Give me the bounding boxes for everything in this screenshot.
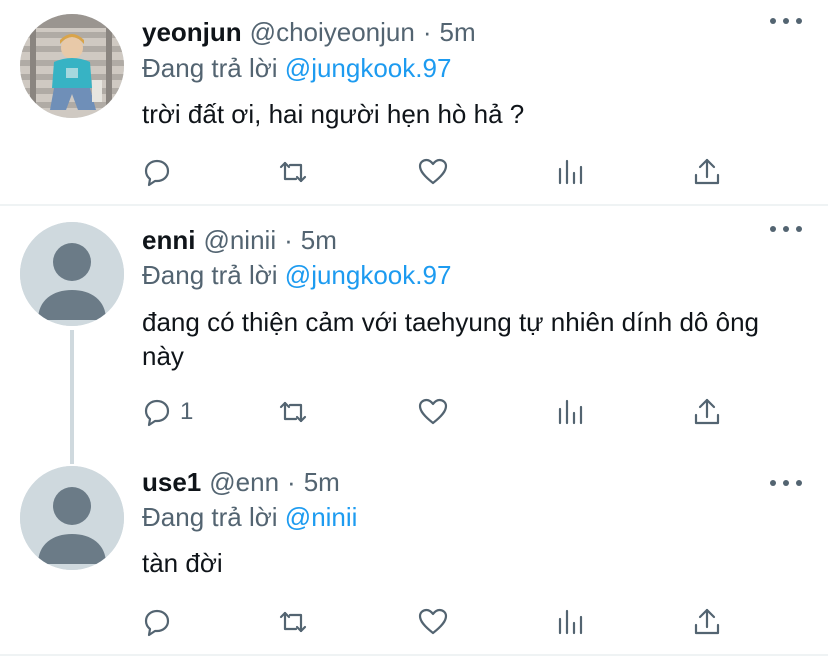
tweet-1[interactable]: yeonjun @choiyeonjun · 5m Đang trả lời @… <box>0 0 828 204</box>
analytics-icon <box>558 399 583 425</box>
avatar-photo-icon <box>20 14 124 118</box>
analytics-button[interactable] <box>554 152 588 192</box>
share-button[interactable] <box>690 602 724 642</box>
replying-to: Đang trả lời @jungkook.97 <box>142 257 451 293</box>
replying-prefix: Đang trả lời <box>142 502 278 532</box>
retweet-button[interactable] <box>276 392 310 432</box>
analytics-button[interactable] <box>554 392 588 432</box>
action-bar: 1 <box>140 392 740 432</box>
separator-dot: · <box>422 17 432 47</box>
retweet-button[interactable] <box>276 152 310 192</box>
tweet-header: use1 @enn · 5m <box>142 462 340 502</box>
user-handle[interactable]: @ninii <box>203 220 276 260</box>
action-bar <box>140 602 740 642</box>
tweet-header: yeonjun @choiyeonjun · 5m <box>142 12 476 52</box>
like-button[interactable] <box>416 392 450 432</box>
replying-prefix: Đang trả lời <box>142 260 278 290</box>
replying-to: Đang trả lời @ninii <box>142 499 357 535</box>
like-button[interactable] <box>416 602 450 642</box>
reply-button[interactable] <box>140 602 180 642</box>
tweet-text: tàn đời <box>142 548 223 578</box>
retweet-icon <box>279 611 307 633</box>
retweet-button[interactable] <box>276 602 310 642</box>
more-icon[interactable] <box>770 478 802 488</box>
user-handle[interactable]: @choiyeonjun <box>250 12 415 52</box>
thread-connector-line <box>70 330 74 464</box>
display-name[interactable]: yeonjun <box>142 12 242 52</box>
reply-icon <box>144 609 170 637</box>
timestamp[interactable]: 5m <box>440 12 476 52</box>
avatar-enni[interactable] <box>20 222 124 326</box>
avatar-yeonjun[interactable] <box>20 14 124 118</box>
more-icon[interactable] <box>770 224 802 234</box>
analytics-button[interactable] <box>554 602 588 642</box>
analytics-icon <box>558 159 583 185</box>
heart-icon <box>418 608 448 635</box>
tweet-text: đang có thiện cảm với taehyung tự nhiên … <box>142 307 759 371</box>
share-button[interactable] <box>690 152 724 192</box>
user-handle[interactable]: @enn <box>209 462 279 502</box>
tweet-header: enni @ninii · 5m <box>142 220 337 260</box>
timestamp[interactable]: 5m <box>301 220 337 260</box>
default-avatar-icon <box>20 466 124 570</box>
share-button[interactable] <box>690 392 724 432</box>
mention-link[interactable]: @jungkook.97 <box>285 53 452 83</box>
reply-icon <box>144 399 170 427</box>
tweet-3[interactable]: use1 @enn · 5m Đang trả lời @ninii tàn đ… <box>0 450 828 655</box>
tweet-2[interactable]: enni @ninii · 5m Đang trả lời @jungkook.… <box>0 206 828 450</box>
reply-icon <box>144 159 170 187</box>
reply-count: 1 <box>180 398 194 425</box>
display-name[interactable]: enni <box>142 220 195 260</box>
reply-button[interactable]: 1 <box>140 392 193 432</box>
display-name[interactable]: use1 <box>142 462 201 502</box>
heart-icon <box>418 398 448 425</box>
tweet-text: trời đất ơi, hai người hẹn hò hả ? <box>142 99 525 129</box>
share-icon <box>694 608 720 635</box>
more-icon[interactable] <box>770 16 802 26</box>
mention-link[interactable]: @jungkook.97 <box>285 260 452 290</box>
retweet-icon <box>279 161 307 183</box>
reply-button[interactable] <box>140 152 180 192</box>
replying-to: Đang trả lời @jungkook.97 <box>142 50 451 86</box>
like-button[interactable] <box>416 152 450 192</box>
retweet-icon <box>279 401 307 423</box>
separator-dot: · <box>287 467 296 497</box>
timestamp[interactable]: 5m <box>304 462 340 502</box>
replying-prefix: Đang trả lời <box>142 53 278 83</box>
avatar-use1[interactable] <box>20 466 124 570</box>
share-icon <box>694 158 720 185</box>
action-bar <box>140 152 740 192</box>
default-avatar-icon <box>20 222 124 326</box>
mention-link[interactable]: @ninii <box>285 502 358 532</box>
share-icon <box>694 398 720 425</box>
analytics-icon <box>558 609 583 635</box>
separator-dot: · <box>284 225 293 255</box>
heart-icon <box>418 158 448 185</box>
divider <box>0 654 828 656</box>
